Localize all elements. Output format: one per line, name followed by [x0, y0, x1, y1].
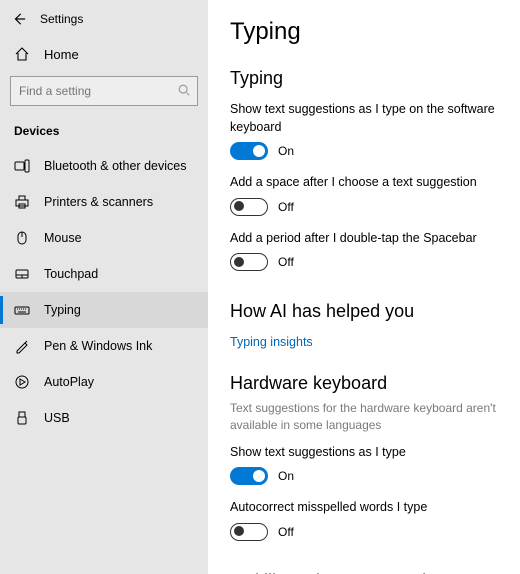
search-input[interactable] [11, 84, 197, 98]
setting-label: Autocorrect misspelled words I type [230, 499, 500, 517]
group-hw-desc: Text suggestions for the hardware keyboa… [230, 400, 500, 434]
nav-usb[interactable]: USB [0, 400, 208, 436]
touchpad-icon [14, 266, 30, 282]
nav-pen[interactable]: Pen & Windows Ink [0, 328, 208, 364]
main-content: Typing Typing Show text suggestions as I… [208, 0, 520, 574]
setting-label: Add a period after I double-tap the Spac… [230, 230, 500, 248]
nav-list: Bluetooth & other devices Printers & sca… [0, 148, 208, 436]
nav-label: Printers & scanners [44, 195, 153, 209]
setting-add-space: Add a space after I choose a text sugges… [230, 174, 500, 216]
toggle-state: Off [278, 255, 294, 269]
nav-mouse[interactable]: Mouse [0, 220, 208, 256]
nav-autoplay[interactable]: AutoPlay [0, 364, 208, 400]
toggle-state: Off [278, 200, 294, 214]
toggle-software-suggestions[interactable] [230, 142, 268, 160]
keyboard-icon [14, 302, 30, 318]
pen-icon [14, 338, 30, 354]
autoplay-icon [14, 374, 30, 390]
setting-software-suggestions: Show text suggestions as I type on the s… [230, 101, 500, 160]
typing-insights-link[interactable]: Typing insights [230, 335, 313, 349]
search-wrap [0, 70, 208, 120]
setting-label: Show text suggestions as I type [230, 444, 500, 462]
mouse-icon [14, 230, 30, 246]
nav-typing[interactable]: Typing [0, 292, 208, 328]
bluetooth-icon [14, 158, 30, 174]
nav-touchpad[interactable]: Touchpad [0, 256, 208, 292]
page-title: Typing [230, 18, 500, 46]
setting-add-period: Add a period after I double-tap the Spac… [230, 230, 500, 272]
nav-label: Touchpad [44, 267, 98, 281]
group-hw-title: Hardware keyboard [230, 373, 500, 394]
toggle-hw-suggestions[interactable] [230, 467, 268, 485]
search-box[interactable] [10, 76, 198, 106]
toggle-state: Off [278, 525, 294, 539]
printer-icon [14, 194, 30, 210]
nav-label: AutoPlay [44, 375, 94, 389]
setting-autocorrect: Autocorrect misspelled words I type Off [230, 499, 500, 541]
group-multi-title: Multilingual text suggestions [230, 571, 500, 574]
sidebar-header: Settings [0, 8, 208, 38]
nav-label: Mouse [44, 231, 82, 245]
nav-label: Bluetooth & other devices [44, 159, 186, 173]
toggle-state: On [278, 144, 294, 158]
home-icon [14, 46, 30, 62]
toggle-state: On [278, 469, 294, 483]
setting-label: Show text suggestions as I type on the s… [230, 101, 500, 136]
home-label: Home [44, 47, 79, 62]
search-icon [177, 83, 191, 97]
home-nav[interactable]: Home [0, 38, 208, 70]
toggle-autocorrect[interactable] [230, 523, 268, 541]
setting-hw-suggestions: Show text suggestions as I type On [230, 444, 500, 486]
group-ai-title: How AI has helped you [230, 301, 500, 322]
nav-label: Typing [44, 303, 81, 317]
setting-label: Add a space after I choose a text sugges… [230, 174, 500, 192]
usb-icon [14, 410, 30, 426]
nav-label: Pen & Windows Ink [44, 339, 152, 353]
nav-bluetooth[interactable]: Bluetooth & other devices [0, 148, 208, 184]
group-typing-title: Typing [230, 68, 500, 89]
nav-label: USB [44, 411, 70, 425]
back-arrow-icon[interactable] [12, 12, 26, 26]
toggle-add-space[interactable] [230, 198, 268, 216]
toggle-add-period[interactable] [230, 253, 268, 271]
sidebar: Settings Home Devices Bluetooth & other … [0, 0, 208, 574]
section-header: Devices [0, 120, 208, 148]
nav-printers[interactable]: Printers & scanners [0, 184, 208, 220]
settings-title: Settings [40, 12, 83, 26]
